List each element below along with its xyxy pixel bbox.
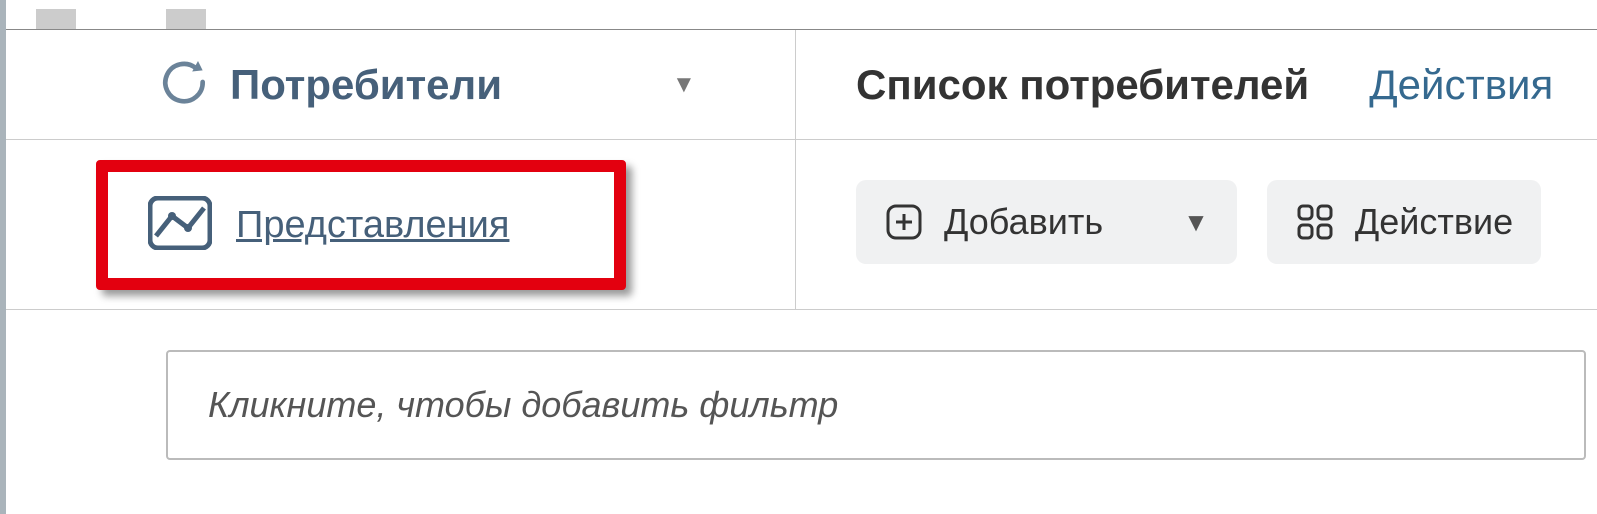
plus-icon [884,202,924,242]
views-link[interactable]: Представления [236,204,509,247]
chart-icon [148,196,212,255]
content-header: Список потребителей Действия [796,61,1597,109]
top-toolbar [6,0,1597,30]
sub-header-row: Представления Добавить ▼ Действие [6,140,1597,310]
actions-menu[interactable]: Действия [1369,61,1553,109]
action-button[interactable]: Действие [1267,180,1541,264]
views-link-highlight: Представления [96,160,626,290]
section-title: Потребители [230,61,502,109]
action-button-label: Действие [1355,201,1513,243]
filter-input[interactable] [166,350,1586,460]
chevron-down-icon: ▼ [1183,207,1209,238]
action-buttons: Добавить ▼ Действие [796,140,1597,264]
grid-icon [1295,202,1335,242]
section-selector[interactable]: Потребители ▼ [6,30,796,139]
list-title: Список потребителей [856,61,1309,109]
refresh-icon [156,54,212,115]
header-row: Потребители ▼ Список потребителей Действ… [6,30,1597,140]
views-panel: Представления [6,140,796,309]
add-button-label: Добавить [944,201,1103,243]
filter-row [6,310,1597,460]
toolbar-icon [166,9,206,30]
chevron-down-icon[interactable]: ▼ [672,71,696,99]
add-button[interactable]: Добавить ▼ [856,180,1237,264]
toolbar-icon [36,9,76,30]
